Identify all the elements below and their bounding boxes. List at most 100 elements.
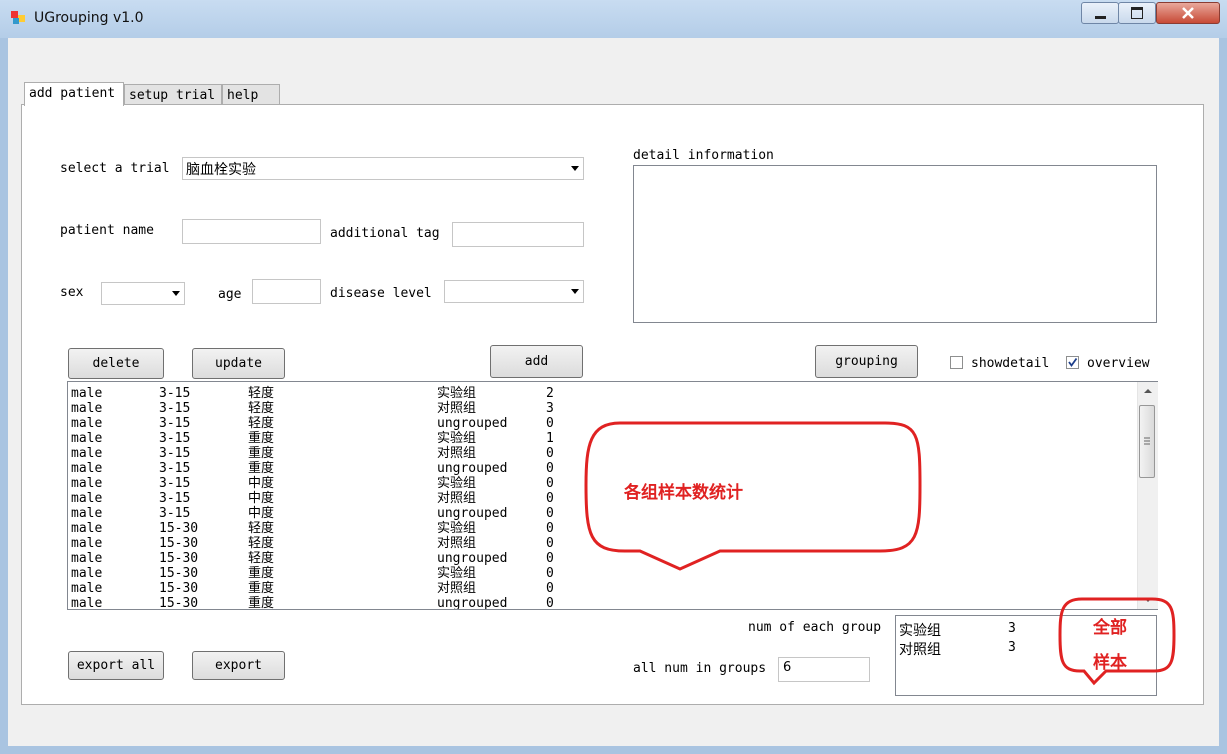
sex-select[interactable] <box>101 282 185 305</box>
group-name: 实验组 <box>899 623 941 639</box>
list-cell: 轻度 <box>248 416 275 431</box>
callout-text-2a: 全部 <box>1093 618 1127 638</box>
trial-select-value: 脑血栓实验 <box>186 162 256 178</box>
list-item[interactable]: male 15-30 重度 ungrouped 0 <box>68 596 1128 610</box>
list-cell: 2 <box>546 386 554 401</box>
list-cell: 重度 <box>248 461 275 476</box>
list-cell: 实验组 <box>437 476 477 491</box>
list-cell: 0 <box>546 596 554 610</box>
list-cell: 0 <box>546 506 554 521</box>
list-cell: male <box>71 566 103 581</box>
list-cell: 0 <box>546 476 554 491</box>
list-cell: 中度 <box>248 476 275 491</box>
list-cell: ungrouped <box>437 551 508 566</box>
list-cell: 重度 <box>248 431 275 446</box>
list-cell: 实验组 <box>437 566 477 581</box>
list-cell: male <box>71 521 103 536</box>
callout-text-2b: 样本 <box>1093 653 1127 673</box>
age-input[interactable] <box>252 279 321 304</box>
list-cell: 对照组 <box>437 446 477 461</box>
list-cell: 3 <box>546 401 554 416</box>
group-count: 3 <box>1008 640 1016 655</box>
list-cell: 轻度 <box>248 386 275 401</box>
group-name: 对照组 <box>899 642 941 658</box>
tab-add-patient[interactable]: add patient <box>24 82 124 106</box>
list-cell: 3-15 <box>159 431 191 446</box>
minimize-button[interactable] <box>1081 2 1119 24</box>
add-button[interactable]: add <box>490 345 583 378</box>
list-cell: ungrouped <box>437 506 508 521</box>
patient-name-input[interactable] <box>182 219 321 244</box>
showdetail-checkbox[interactable] <box>950 356 963 369</box>
list-item[interactable]: male 3-15 轻度 对照组 3 <box>68 401 1128 416</box>
list-cell: 3-15 <box>159 476 191 491</box>
list-cell: 15-30 <box>159 536 199 551</box>
list-cell: 轻度 <box>248 536 275 551</box>
list-cell: 重度 <box>248 581 275 596</box>
chevron-down-icon <box>571 288 579 294</box>
close-icon <box>1182 7 1194 19</box>
list-cell: male <box>71 491 103 506</box>
scrollbar-thumb[interactable] <box>1139 405 1155 478</box>
list-cell: 3-15 <box>159 461 191 476</box>
list-cell: male <box>71 596 103 610</box>
list-cell: 3-15 <box>159 491 191 506</box>
list-cell: 3-15 <box>159 446 191 461</box>
list-cell: 轻度 <box>248 521 275 536</box>
list-cell: 0 <box>546 566 554 581</box>
overview-label: overview <box>1087 356 1150 371</box>
list-cell: 15-30 <box>159 581 199 596</box>
list-cell: 0 <box>546 521 554 536</box>
list-cell: 0 <box>546 461 554 476</box>
all-num-input[interactable]: 6 <box>778 657 870 682</box>
minimize-icon <box>1094 15 1106 19</box>
close-button[interactable] <box>1156 2 1220 24</box>
list-cell: 中度 <box>248 506 275 521</box>
list-cell: male <box>71 386 103 401</box>
list-cell: 中度 <box>248 491 275 506</box>
grip-icon <box>1144 437 1150 445</box>
tab-help[interactable]: help <box>222 84 280 106</box>
list-cell: ungrouped <box>437 596 508 610</box>
num-each-group-label: num of each group <box>748 620 882 635</box>
trial-select[interactable]: 脑血栓实验 <box>182 157 584 180</box>
list-cell: 对照组 <box>437 581 477 596</box>
update-button[interactable]: update <box>192 348 285 379</box>
chevron-down-icon <box>172 290 180 296</box>
list-cell: 3-15 <box>159 416 191 431</box>
list-cell: 0 <box>546 581 554 596</box>
list-item[interactable]: male 15-30 重度 对照组 0 <box>68 581 1128 596</box>
trial-label: select a trial <box>60 161 170 176</box>
disease-level-label: disease level <box>330 286 432 301</box>
sex-label: sex <box>60 285 84 300</box>
window-title: UGrouping v1.0 <box>34 10 144 26</box>
maximize-icon <box>1131 7 1143 19</box>
tab-setup-trial[interactable]: setup trial <box>124 84 222 106</box>
export-button[interactable]: export <box>192 651 285 680</box>
detail-textarea[interactable] <box>633 165 1157 323</box>
list-cell: male <box>71 461 103 476</box>
export-all-button[interactable]: export all <box>68 651 164 680</box>
list-cell: 对照组 <box>437 401 477 416</box>
list-cell: 3-15 <box>159 401 191 416</box>
detail-label: detail information <box>633 148 774 163</box>
list-cell: male <box>71 506 103 521</box>
list-cell: 0 <box>546 416 554 431</box>
grouping-button[interactable]: grouping <box>815 345 918 378</box>
patient-name-label: patient name <box>60 223 154 238</box>
list-cell: 15-30 <box>159 596 199 610</box>
additional-tag-input[interactable] <box>452 222 584 247</box>
list-cell: 0 <box>546 446 554 461</box>
delete-button[interactable]: delete <box>68 348 164 379</box>
overview-checkbox[interactable] <box>1066 356 1079 369</box>
disease-level-select[interactable] <box>444 280 584 303</box>
list-cell: 3-15 <box>159 506 191 521</box>
list-item[interactable]: male 3-15 轻度 实验组 2 <box>68 386 1128 401</box>
list-cell: 15-30 <box>159 551 199 566</box>
checkmark-icon <box>1068 357 1078 368</box>
list-cell: 15-30 <box>159 521 199 536</box>
app-icon <box>10 10 26 26</box>
maximize-button[interactable] <box>1118 2 1156 24</box>
list-cell: 1 <box>546 431 554 446</box>
callout-bubble-2 <box>1058 597 1176 686</box>
